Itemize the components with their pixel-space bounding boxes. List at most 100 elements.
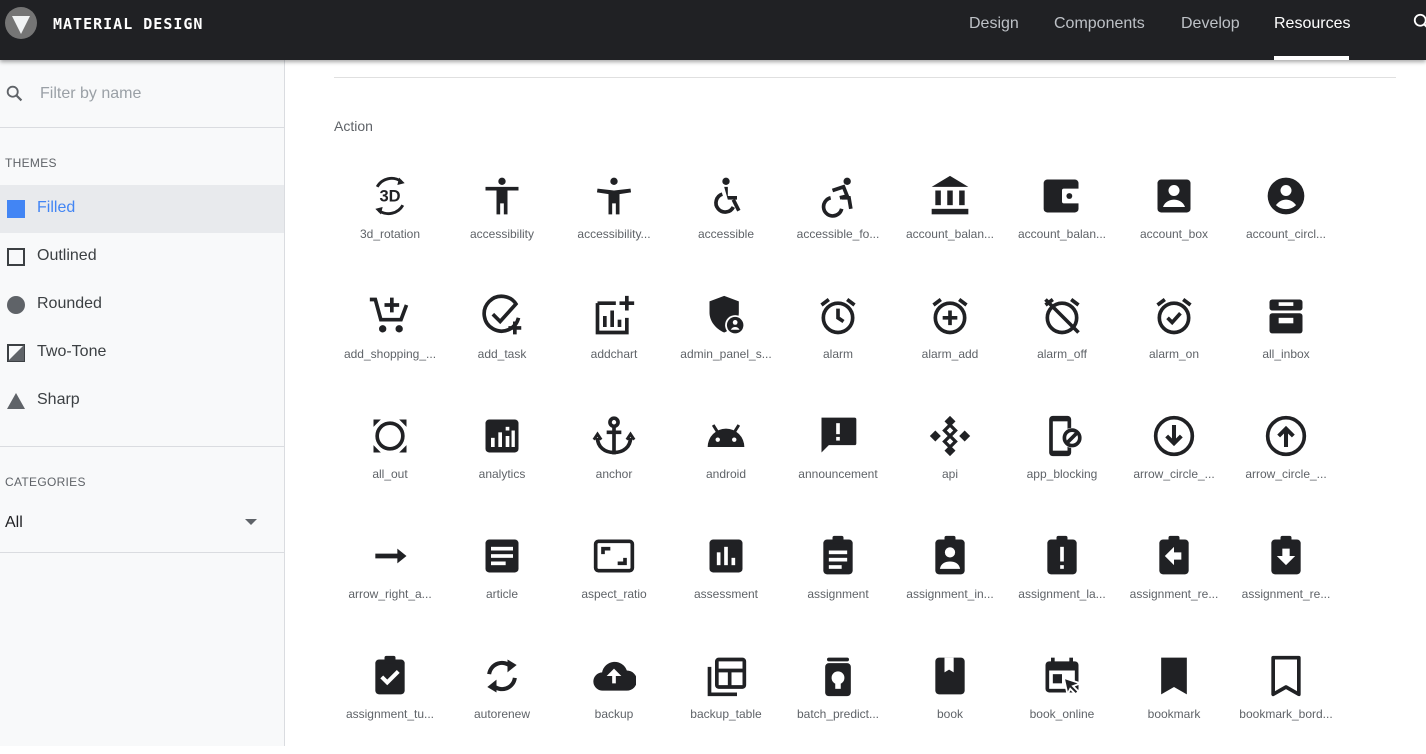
icon-tile[interactable]: book: [894, 654, 1006, 754]
nav-components[interactable]: Components: [1054, 15, 1145, 33]
theme-two-tone[interactable]: Two-Tone: [0, 329, 284, 377]
icon-label: add_shopping_...: [343, 347, 437, 361]
icon-label: book: [936, 707, 964, 721]
icon-tile[interactable]: account_box: [1118, 174, 1230, 274]
icon-tile[interactable]: backup: [558, 654, 670, 754]
icon-tile[interactable]: bookmark: [1118, 654, 1230, 754]
icon-tile[interactable]: bookmark_bord...: [1230, 654, 1342, 754]
account-box-icon: [1157, 179, 1191, 213]
nav-develop[interactable]: Develop: [1181, 15, 1240, 33]
icon-tile[interactable]: aspect_ratio: [558, 534, 670, 634]
icon-label: api: [941, 467, 958, 481]
icon-label: assignment: [807, 587, 869, 601]
icon-tile[interactable]: account_balan...: [1006, 174, 1118, 274]
arrow-right-a-icon: [375, 548, 407, 564]
icon-label: assignment_re...: [1241, 587, 1331, 601]
account-circl-icon: [1267, 177, 1305, 215]
icon-label: assignment_la...: [1018, 587, 1106, 601]
icon-tile[interactable]: anchor: [558, 414, 670, 514]
icon-tile[interactable]: assignment_la...: [1006, 534, 1118, 634]
icon-tile[interactable]: announcement: [782, 414, 894, 514]
icon-tile[interactable]: addchart: [558, 294, 670, 394]
outlined-square-icon: [7, 248, 25, 266]
icon-tile[interactable]: article: [446, 534, 558, 634]
icon-tile[interactable]: autorenew: [446, 654, 558, 754]
assignment-tu-icon: [375, 655, 405, 695]
icon-tile[interactable]: accessible: [670, 174, 782, 274]
icon-tile[interactable]: android: [670, 414, 782, 514]
material-logo-icon[interactable]: [5, 7, 37, 39]
icon-tile[interactable]: alarm_off: [1006, 294, 1118, 394]
icon-label: backup_table: [690, 707, 762, 721]
svg-text:3D: 3D: [379, 188, 400, 206]
icon-label: addchart: [590, 347, 638, 361]
icon-tile[interactable]: app_blocking: [1006, 414, 1118, 514]
icon-tile[interactable]: add_task: [446, 294, 558, 394]
icon-tile[interactable]: account_circl...: [1230, 174, 1342, 274]
icon-tile[interactable]: analytics: [446, 414, 558, 514]
icon-tile[interactable]: assignment_re...: [1118, 534, 1230, 634]
assignment-la-icon: [1047, 535, 1077, 575]
two-tone-square-icon: [7, 344, 25, 362]
icon-tile[interactable]: batch_predict...: [782, 654, 894, 754]
icon-tile[interactable]: arrow_right_a...: [334, 534, 446, 634]
all-out-icon: [373, 419, 407, 453]
icon-label: autorenew: [473, 707, 531, 721]
icon-tile[interactable]: book_online: [1006, 654, 1118, 754]
icon-label: announcement: [798, 467, 878, 481]
batch-predict-icon: [825, 657, 851, 697]
theme-rounded[interactable]: Rounded: [0, 281, 284, 329]
accessible-fo-icon: [821, 177, 853, 218]
icon-label: alarm_off: [1037, 347, 1087, 361]
accessible-icon: [714, 177, 741, 214]
icon-tile[interactable]: assignment: [782, 534, 894, 634]
icon-label: app_blocking: [1026, 467, 1098, 481]
accessibility-icon: [596, 177, 632, 215]
icon-tile[interactable]: assessment: [670, 534, 782, 634]
icon-tile[interactable]: assignment_re...: [1230, 534, 1342, 634]
icon-tile[interactable]: admin_panel_s...: [670, 294, 782, 394]
icon-label: 3d_rotation: [359, 227, 421, 241]
icon-tile[interactable]: all_out: [334, 414, 446, 514]
icon-tile[interactable]: 3D 3d_rotation: [334, 174, 446, 274]
brand-title[interactable]: MATERIAL DESIGN: [53, 15, 203, 33]
icon-tile[interactable]: backup_table: [670, 654, 782, 754]
icon-label: batch_predict...: [796, 707, 880, 721]
arrow-circle-icon: [1153, 415, 1195, 457]
accessibility-icon: [485, 177, 519, 215]
sidebar: THEMES Filled Outlined Rounded Two-Tone …: [0, 60, 285, 746]
icon-tile[interactable]: accessible_fo...: [782, 174, 894, 274]
nav-design[interactable]: Design: [969, 15, 1019, 33]
assignment-in-icon: [935, 535, 965, 575]
icon-tile[interactable]: arrow_circle_...: [1118, 414, 1230, 514]
icon-tile[interactable]: assignment_tu...: [334, 654, 446, 754]
search-icon[interactable]: [1412, 12, 1426, 34]
account-balan-icon: [931, 175, 969, 215]
arrow-circle-icon: [1265, 415, 1307, 457]
icon-tile[interactable]: accessibility: [446, 174, 558, 274]
icon-label: android: [705, 467, 747, 481]
nav-resources[interactable]: Resources: [1274, 15, 1350, 33]
autorenew-icon: [487, 659, 517, 693]
icon-tile[interactable]: alarm_on: [1118, 294, 1230, 394]
icon-label: assignment_in...: [906, 587, 994, 601]
icon-tile[interactable]: assignment_in...: [894, 534, 1006, 634]
icon-tile[interactable]: account_balan...: [894, 174, 1006, 274]
category-select[interactable]: All: [0, 502, 284, 542]
theme-sharp[interactable]: Sharp: [0, 377, 284, 425]
icon-tile[interactable]: alarm: [782, 294, 894, 394]
theme-outlined[interactable]: Outlined: [0, 233, 284, 281]
icon-label: accessibility: [469, 227, 535, 241]
assignment-re-icon: [1159, 535, 1189, 575]
icon-tile[interactable]: arrow_circle_...: [1230, 414, 1342, 514]
icon-label: admin_panel_s...: [680, 347, 772, 361]
theme-filled[interactable]: Filled: [0, 185, 284, 233]
icon-tile[interactable]: all_inbox: [1230, 294, 1342, 394]
icon-tile[interactable]: alarm_add: [894, 294, 1006, 394]
icon-tile[interactable]: api: [894, 414, 1006, 514]
icon-tile[interactable]: add_shopping_...: [334, 294, 446, 394]
assignment-icon: [823, 535, 853, 575]
filter-input[interactable]: [36, 82, 274, 106]
all-inbox-icon: [1269, 299, 1303, 334]
icon-tile[interactable]: accessibility...: [558, 174, 670, 274]
